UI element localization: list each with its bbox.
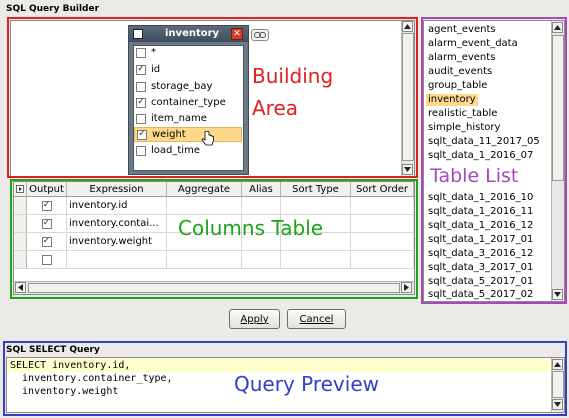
table-list-label: Table List bbox=[430, 165, 519, 187]
apply-button[interactable]: Apply bbox=[229, 309, 280, 329]
columns-table-label: Columns Table bbox=[178, 216, 324, 240]
builder-title: SQL Query Builder bbox=[6, 4, 100, 14]
cancel-button[interactable]: Cancel bbox=[287, 309, 346, 329]
building-area-label-2: Area bbox=[252, 96, 299, 120]
building-area-highlight bbox=[7, 17, 418, 178]
query-preview-label: Query Preview bbox=[234, 372, 379, 396]
table-list-highlight bbox=[421, 17, 567, 304]
building-area-label-1: Building bbox=[252, 64, 334, 88]
